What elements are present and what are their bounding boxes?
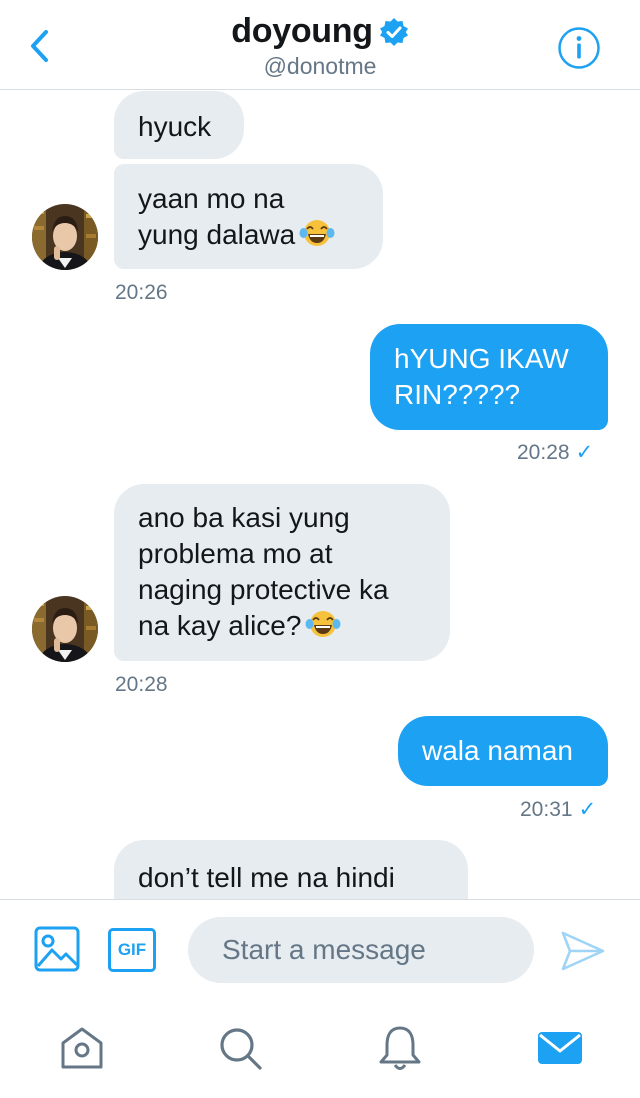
info-icon — [558, 27, 600, 69]
message-text: ano ba kasi yung — [138, 502, 350, 533]
message-text: naging protective ka — [138, 574, 389, 605]
bottom-tab-bar — [0, 999, 640, 1098]
message-text: problema mo at — [138, 538, 333, 569]
message-text: na kay alice? — [138, 608, 426, 644]
face-with-tears-of-joy-icon — [305, 611, 341, 637]
sent-check-icon: ✓ — [575, 441, 594, 464]
avatar-image — [32, 204, 98, 270]
message-text: hYUNG IKAW — [394, 343, 569, 374]
send-icon — [561, 931, 605, 971]
contact-name: doyoung — [231, 12, 373, 50]
conversation-header: doyoung @donotme — [0, 0, 640, 90]
gif-button[interactable]: GIF — [108, 928, 156, 972]
contact-avatar[interactable] — [32, 204, 98, 270]
tab-messages[interactable] — [535, 1023, 585, 1073]
notifications-icon — [379, 1026, 421, 1070]
message-timestamp: 20:28 ✓ — [517, 441, 594, 464]
message-input[interactable]: Start a message — [188, 917, 534, 983]
message-timestamp: 20:26 — [115, 281, 168, 304]
message-bubble-outgoing[interactable]: wala naman — [398, 716, 608, 786]
contact-avatar[interactable] — [32, 596, 98, 662]
tab-search[interactable] — [215, 1023, 265, 1073]
avatar-image — [32, 596, 98, 662]
send-button[interactable] — [560, 930, 606, 972]
contact-handle: @donotme — [263, 53, 377, 79]
message-text: yaan mo na — [138, 183, 285, 214]
message-bubble-incoming[interactable]: ano ba kasi yung problema mo at naging p… — [114, 484, 450, 661]
message-composer: GIF Start a message — [0, 899, 640, 999]
message-text: don’t tell me na hindi — [138, 862, 395, 893]
tab-notifications[interactable] — [375, 1023, 425, 1073]
message-bubble-incoming[interactable]: yaan mo na yung dalawa — [114, 164, 383, 269]
messages-icon — [538, 1032, 582, 1064]
message-timestamp: 20:31 ✓ — [520, 798, 597, 821]
message-text: yung dalawa — [138, 217, 359, 253]
info-button[interactable] — [557, 26, 601, 70]
home-icon — [61, 1027, 103, 1069]
sent-check-icon: ✓ — [578, 798, 597, 821]
message-bubble-outgoing[interactable]: hYUNG IKAW RIN????? — [370, 324, 608, 430]
add-media-button[interactable] — [34, 926, 80, 972]
verified-badge-icon — [379, 17, 408, 46]
tab-home[interactable] — [57, 1023, 107, 1073]
message-bubble-incoming[interactable]: hyuck — [114, 91, 244, 159]
message-list[interactable]: hyuck yaan mo na yung dalawa 20:26 hYUNG… — [0, 91, 640, 899]
message-text: wala naman — [422, 735, 573, 766]
face-with-tears-of-joy-icon — [299, 220, 335, 246]
message-timestamp: 20:28 — [115, 673, 168, 696]
image-icon — [34, 926, 80, 972]
conversation-title-block[interactable]: doyoung @donotme — [0, 12, 640, 80]
message-text: RIN????? — [394, 379, 521, 410]
search-icon — [220, 1028, 262, 1070]
message-bubble-incoming[interactable]: don’t tell me na hindi — [114, 840, 468, 899]
message-text: hyuck — [138, 111, 212, 142]
